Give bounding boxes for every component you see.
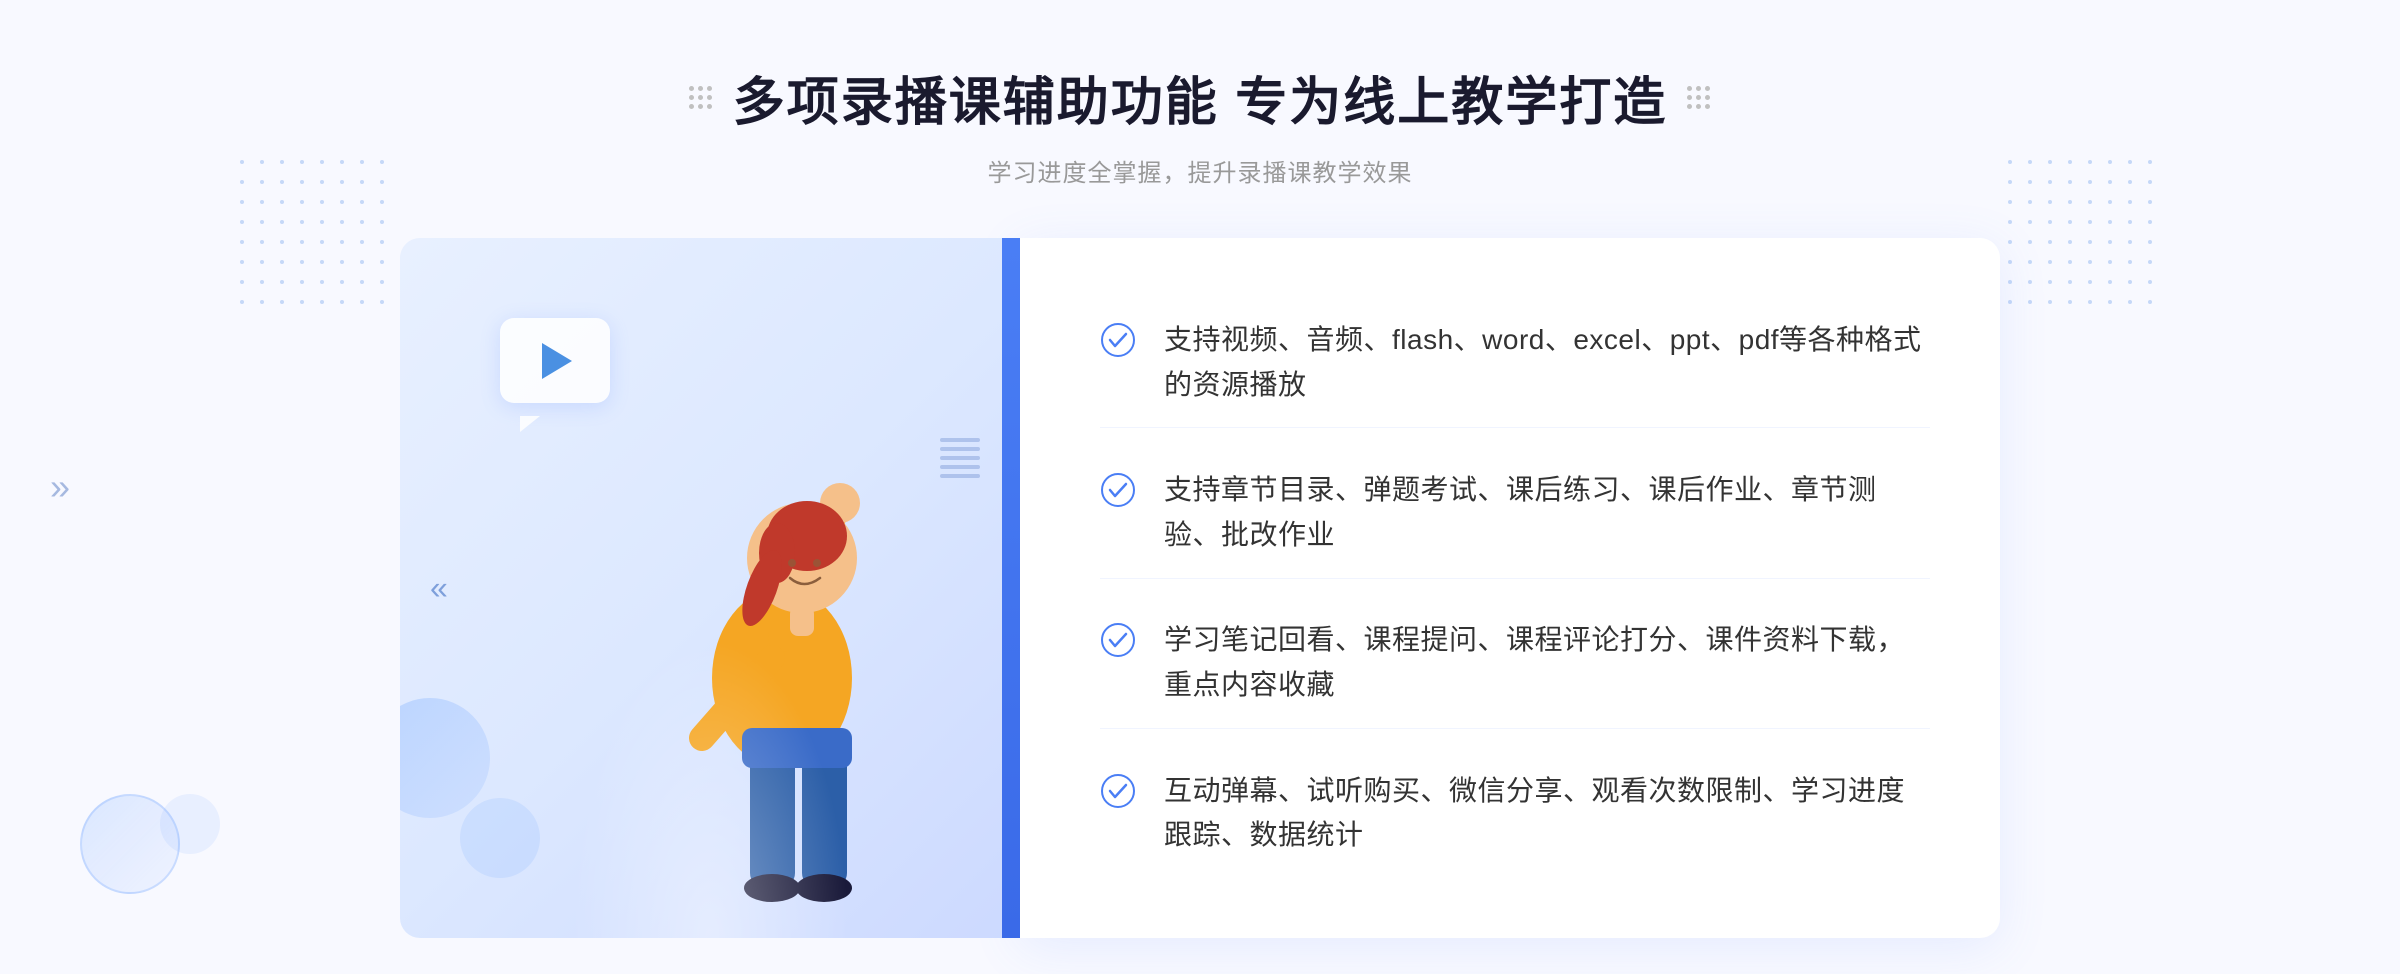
circle-decoration-2 (460, 798, 540, 878)
feature-item-1: 支持视频、音频、flash、word、excel、ppt、pdf等各种格式的资源… (1100, 298, 1930, 429)
left-panel-background: « (400, 238, 1020, 938)
play-button-bubble (500, 318, 610, 403)
check-icon-1 (1100, 322, 1136, 358)
accent-bar (1002, 238, 1020, 938)
title-decoration-right (1687, 86, 1711, 110)
arrow-decoration: « (430, 570, 448, 607)
person-illustration (602, 358, 962, 938)
header-title-row: 多项录播课辅助功能 专为线上教学打造 (689, 60, 1711, 135)
feature-text-1: 支持视频、音频、flash、word、excel、ppt、pdf等各种格式的资源… (1164, 318, 1930, 408)
header-section: 多项录播课辅助功能 专为线上教学打造 学习进度全掌握，提升录播课教学效果 (689, 60, 1711, 188)
play-bubble-tail (520, 416, 540, 432)
check-icon-4 (1100, 773, 1136, 809)
check-icon-2 (1100, 472, 1136, 508)
title-decoration-left (689, 86, 713, 110)
dot-decoration-left (240, 160, 392, 312)
right-panel: 支持视频、音频、flash、word、excel、ppt、pdf等各种格式的资源… (1020, 238, 2000, 938)
page-circle-2 (160, 794, 220, 854)
dot-decoration-right (2008, 160, 2160, 312)
left-panel: « (400, 238, 1020, 938)
check-icon-3 (1100, 622, 1136, 658)
main-title: 多项录播课辅助功能 专为线上教学打造 (733, 60, 1667, 135)
feature-text-2: 支持章节目录、弹题考试、课后练习、课后作业、章节测验、批改作业 (1164, 468, 1930, 558)
feature-item-4: 互动弹幕、试听购买、微信分享、观看次数限制、学习进度跟踪、数据统计 (1100, 749, 1930, 879)
play-icon (542, 343, 572, 379)
feature-text-4: 互动弹幕、试听购买、微信分享、观看次数限制、学习进度跟踪、数据统计 (1164, 769, 1930, 859)
header-subtitle: 学习进度全掌握，提升录播课教学效果 (689, 153, 1711, 188)
circle-decoration-1 (400, 698, 490, 818)
side-arrow-left: » (50, 466, 70, 508)
content-area: « (400, 238, 2000, 938)
feature-item-3: 学习笔记回看、课程提问、课程评论打分、课件资料下载，重点内容收藏 (1100, 598, 1930, 729)
feature-item-2: 支持章节目录、弹题考试、课后练习、课后作业、章节测验、批改作业 (1100, 448, 1930, 579)
page-wrapper: » 多项录播课辅助功能 专为线上教学打造 学习进度全掌握，提升录播课教学效果 (0, 0, 2400, 974)
feature-text-3: 学习笔记回看、课程提问、课程评论打分、课件资料下载，重点内容收藏 (1164, 618, 1930, 708)
